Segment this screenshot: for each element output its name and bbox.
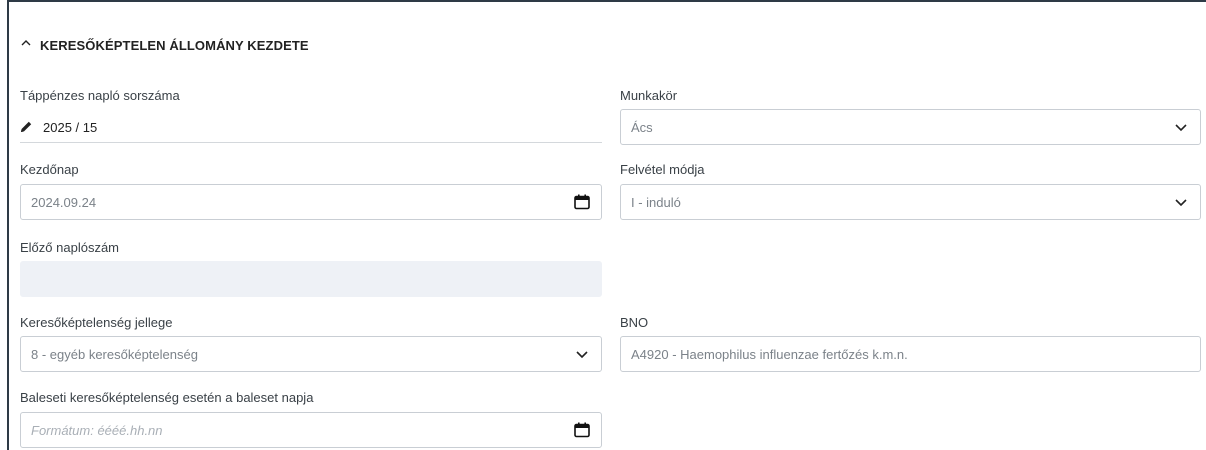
elozo-naploszam-label: Előző naplószám: [20, 240, 119, 255]
felvetel-modja-select[interactable]: I - induló: [620, 184, 1201, 220]
calendar-icon[interactable]: [573, 421, 591, 439]
form-panel: [7, 0, 1206, 450]
kezdonap-value: 2024.09.24: [31, 194, 97, 210]
pencil-icon[interactable]: [20, 120, 33, 136]
chevron-down-icon: [573, 345, 591, 363]
kezdonap-label: Kezdőnap: [20, 162, 79, 177]
baleset-napja-placeholder: Formátum: éééé.hh.nn: [31, 422, 163, 438]
munkakor-label: Munkakör: [620, 88, 678, 103]
jelleg-value: 8 - egyéb keresőképtelenség: [31, 346, 198, 362]
bno-input[interactable]: A4920 - Haemophilus influenzae fertőzés …: [620, 336, 1201, 372]
jelleg-select[interactable]: 8 - egyéb keresőképtelenség: [20, 336, 602, 372]
chevron-up-icon: [20, 36, 32, 54]
chevron-down-icon: [1172, 193, 1190, 211]
felvetel-modja-value: I - induló: [631, 194, 681, 210]
calendar-icon[interactable]: [573, 193, 591, 211]
naplo-sorszam-label: Táppénzes napló sorszáma: [20, 88, 180, 103]
baleset-napja-date-input[interactable]: Formátum: éééé.hh.nn: [20, 412, 602, 448]
bno-value: A4920 - Haemophilus influenzae fertőzés …: [631, 346, 908, 362]
section-title: KERESŐKÉPTELEN ÁLLOMÁNY KEZDETE: [40, 37, 309, 53]
felvetel-modja-label: Felvétel módja: [620, 162, 705, 177]
jelleg-label: Keresőképtelenség jellege: [20, 315, 173, 330]
munkakor-select[interactable]: Ács: [620, 109, 1201, 145]
naplo-sorszam-value-row: 2025 / 15: [20, 113, 602, 143]
elozo-naploszam-input: [20, 261, 602, 297]
chevron-down-icon: [1172, 118, 1190, 136]
munkakor-value: Ács: [631, 119, 653, 135]
baleset-napja-label: Baleseti keresőképtelenség esetén a bale…: [20, 390, 314, 405]
bno-label: BNO: [620, 315, 649, 330]
naplo-sorszam-value: 2025 / 15: [43, 120, 98, 135]
section-header[interactable]: KERESŐKÉPTELEN ÁLLOMÁNY KEZDETE: [20, 36, 309, 54]
kezdonap-date-input[interactable]: 2024.09.24: [20, 184, 602, 220]
